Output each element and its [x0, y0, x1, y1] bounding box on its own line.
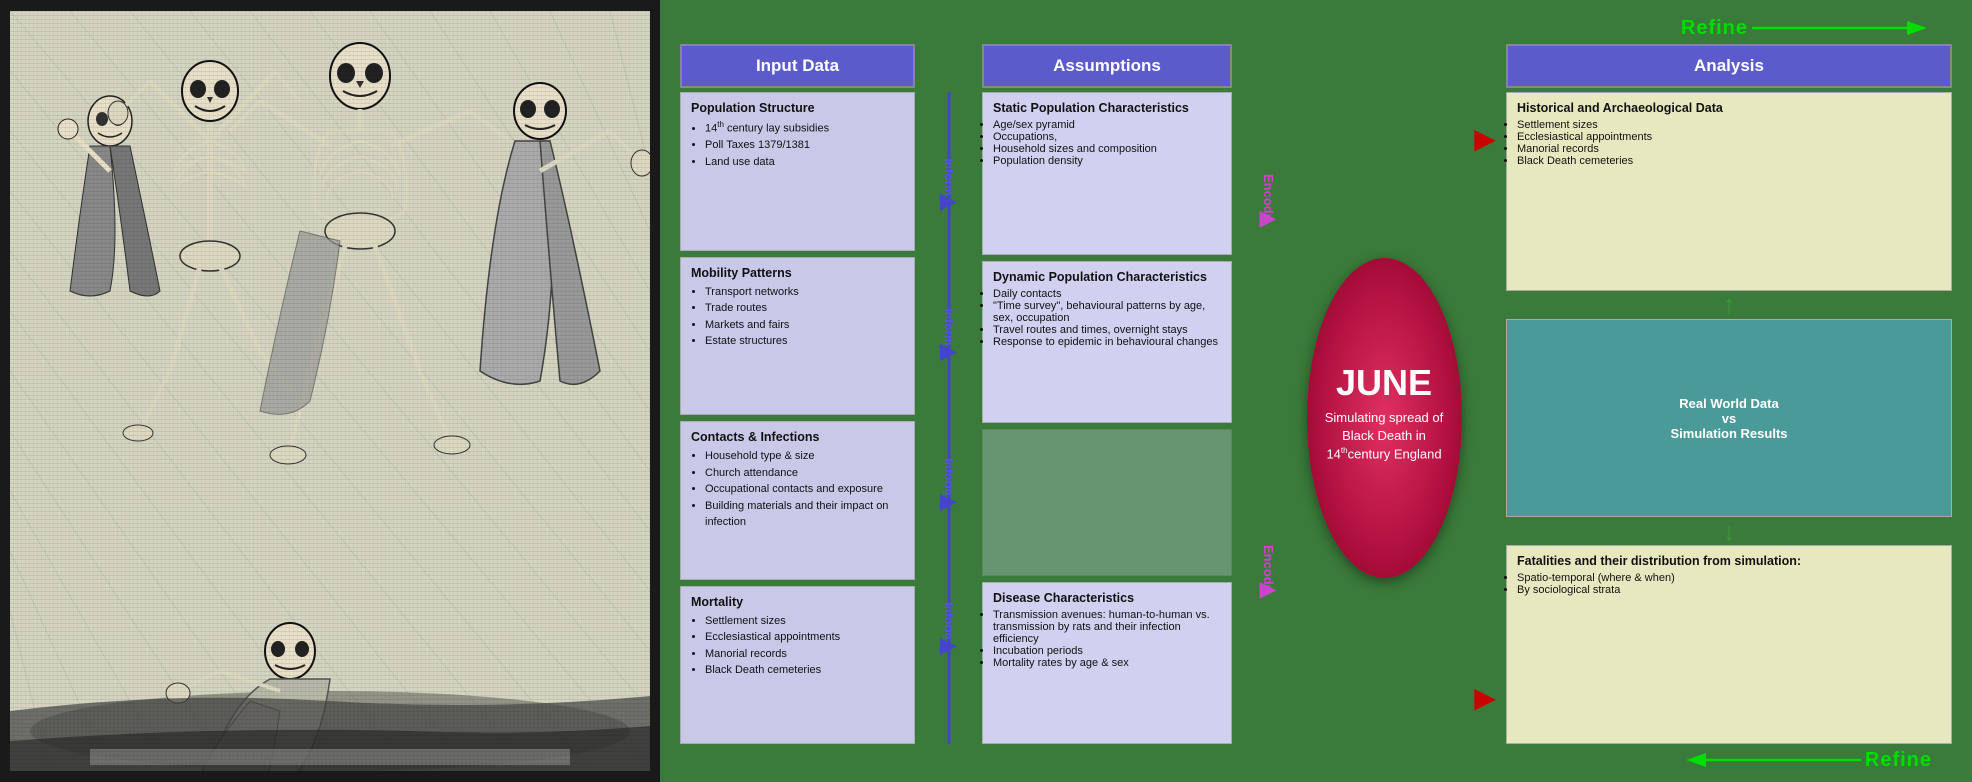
encode-label-bottom: Encode — [1261, 545, 1276, 592]
real-world-text: Real World DatavsSimulation Results — [1670, 396, 1787, 441]
analysis-header: Analysis — [1506, 44, 1952, 88]
fatalities-list: Spatio-temporal (where & when) By sociol… — [1517, 572, 1941, 596]
woodcut-image-panel — [0, 0, 660, 782]
disease-char-title: Disease Characteristics — [993, 591, 1221, 605]
fat-item-2: By sociological strata — [1517, 584, 1941, 596]
hist-item-4: Black Death cemeteries — [1517, 155, 1941, 167]
pop-item-3: Land use data — [705, 154, 904, 171]
fat-item-1: Spatio-temporal (where & when) — [1517, 572, 1941, 584]
con-item-4: Building materials and their impact on i… — [705, 498, 904, 531]
mortality-title: Mortality — [691, 595, 904, 609]
skeleton-woodcut — [10, 11, 650, 771]
red-arrows-column: ▶ ▶ — [1470, 92, 1500, 744]
up-arrow-icon: ↑ — [1723, 289, 1736, 320]
static-pop-title: Static Population Characteristics — [993, 101, 1221, 115]
population-structure-title: Population Structure — [691, 101, 904, 115]
dis-item-1: Transmission avenues: human-to-human vs.… — [993, 609, 1221, 645]
main-content: Population Structure 14th century lay su… — [680, 92, 1952, 744]
red-arrow-bottom: ▶ — [1474, 681, 1496, 714]
analysis-inner: Historical and Archaeological Data Settl… — [1506, 92, 1952, 744]
con-item-2: Church attendance — [705, 465, 904, 482]
real-world-vs-simulation-card: Real World DatavsSimulation Results — [1506, 319, 1952, 518]
contacts-infections-title: Contacts & Infections — [691, 430, 904, 444]
dynamic-pop-list: Daily contacts "Time survey", behavioura… — [993, 288, 1221, 348]
inform-label-2: Inform — [942, 309, 956, 346]
mortality-list: Settlement sizes Ecclesiastical appointm… — [691, 613, 904, 679]
dyn-item-2: "Time survey", behavioural patterns by a… — [993, 300, 1221, 324]
contacts-infections-list: Household type & size Church attendance … — [691, 448, 904, 531]
dynamic-pop-card: Dynamic Population Characteristics Daily… — [982, 261, 1232, 424]
hist-item-3: Manorial records — [1517, 143, 1941, 155]
hist-item-1: Settlement sizes — [1517, 119, 1941, 131]
mob-item-3: Markets and fairs — [705, 317, 904, 334]
dynamic-pop-title: Dynamic Population Characteristics — [993, 270, 1221, 284]
mortality-card: Mortality Settlement sizes Ecclesiastica… — [680, 586, 915, 745]
pop-item-2: Poll Taxes 1379/1381 — [705, 137, 904, 154]
mort-item-3: Manorial records — [705, 646, 904, 663]
june-ellipse: JUNE Simulating spread of Black Death in… — [1307, 258, 1462, 578]
historical-data-card: Historical and Archaeological Data Settl… — [1506, 92, 1952, 291]
input-data-column: Population Structure 14th century lay su… — [680, 92, 915, 744]
disease-characteristics-card: Disease Characteristics Transmission ave… — [982, 582, 1232, 745]
inform-label-1: Inform — [942, 159, 956, 196]
static-item-1: Age/sex pyramid — [993, 119, 1221, 131]
mob-item-2: Trade routes — [705, 300, 904, 317]
dis-item-3: Mortality rates by age & sex — [993, 657, 1221, 669]
con-item-3: Occupational contacts and exposure — [705, 481, 904, 498]
june-description: Simulating spread of Black Death in 14th… — [1307, 401, 1462, 472]
dis-item-2: Incubation periods — [993, 645, 1221, 657]
dyn-item-4: Response to epidemic in behavioural chan… — [993, 336, 1221, 348]
hist-item-2: Ecclesiastical appointments — [1517, 131, 1941, 143]
refine-top-label: Refine — [1681, 17, 1748, 40]
historical-data-title: Historical and Archaeological Data — [1517, 101, 1941, 115]
historical-data-list: Settlement sizes Ecclesiastical appointm… — [1517, 119, 1941, 167]
encode-column: Encode ▶ Encode ▶ — [1238, 92, 1298, 744]
pop-item-1: 14th century lay subsidies — [705, 119, 904, 137]
inform-label-4: Inform — [942, 602, 956, 639]
assumption-spacer — [982, 429, 1232, 576]
static-item-3: Household sizes and composition — [993, 143, 1221, 155]
mort-item-4: Black Death cemeteries — [705, 662, 904, 679]
mobility-patterns-card: Mobility Patterns Transport networks Tra… — [680, 257, 915, 416]
refine-bottom-label: Refine — [1865, 749, 1932, 772]
dyn-item-1: Daily contacts — [993, 288, 1221, 300]
mob-item-4: Estate structures — [705, 333, 904, 350]
fatalities-card: Fatalities and their distribution from s… — [1506, 545, 1952, 744]
headers-row: Input Data Assumptions Analysis — [680, 44, 1952, 88]
red-arrow-top: ▶ — [1474, 122, 1496, 155]
mobility-patterns-title: Mobility Patterns — [691, 266, 904, 280]
june-column: JUNE Simulating spread of Black Death in… — [1304, 92, 1464, 744]
assumptions-column: Static Population Characteristics Age/se… — [982, 92, 1232, 744]
refine-top-area: Refine — [680, 16, 1952, 40]
refine-bottom-area: Refine — [680, 748, 1952, 772]
down-arrow-icon: ↓ — [1723, 516, 1736, 547]
assumptions-header: Assumptions — [982, 44, 1232, 88]
mort-item-2: Ecclesiastical appointments — [705, 629, 904, 646]
static-item-2: Occupations, — [993, 131, 1221, 143]
encode-label-top: Encode — [1261, 174, 1276, 221]
mob-item-1: Transport networks — [705, 284, 904, 301]
analysis-column: Historical and Archaeological Data Settl… — [1506, 92, 1952, 744]
population-structure-card: Population Structure 14th century lay su… — [680, 92, 915, 251]
mobility-patterns-list: Transport networks Trade routes Markets … — [691, 284, 904, 350]
mort-item-1: Settlement sizes — [705, 613, 904, 630]
diagram-panel: Refine Input Data Assumptions Analysis P… — [660, 0, 1972, 782]
disease-char-list: Transmission avenues: human-to-human vs.… — [993, 609, 1221, 669]
static-item-4: Population density — [993, 155, 1221, 167]
static-pop-card: Static Population Characteristics Age/se… — [982, 92, 1232, 255]
population-structure-list: 14th century lay subsidies Poll Taxes 13… — [691, 119, 904, 170]
con-item-1: Household type & size — [705, 448, 904, 465]
inform-label-3: Inform — [942, 458, 956, 495]
input-data-header: Input Data — [680, 44, 915, 88]
june-title: JUNE — [1336, 365, 1432, 401]
dyn-item-3: Travel routes and times, overnight stays — [993, 324, 1221, 336]
contacts-infections-card: Contacts & Infections Household type & s… — [680, 421, 915, 580]
fatalities-title: Fatalities and their distribution from s… — [1517, 554, 1941, 568]
inform-arrows-column: Inform ▶ Inform ▶ Inform ▶ Inform ▶ — [921, 92, 976, 744]
static-pop-list: Age/sex pyramid Occupations, Household s… — [993, 119, 1221, 167]
